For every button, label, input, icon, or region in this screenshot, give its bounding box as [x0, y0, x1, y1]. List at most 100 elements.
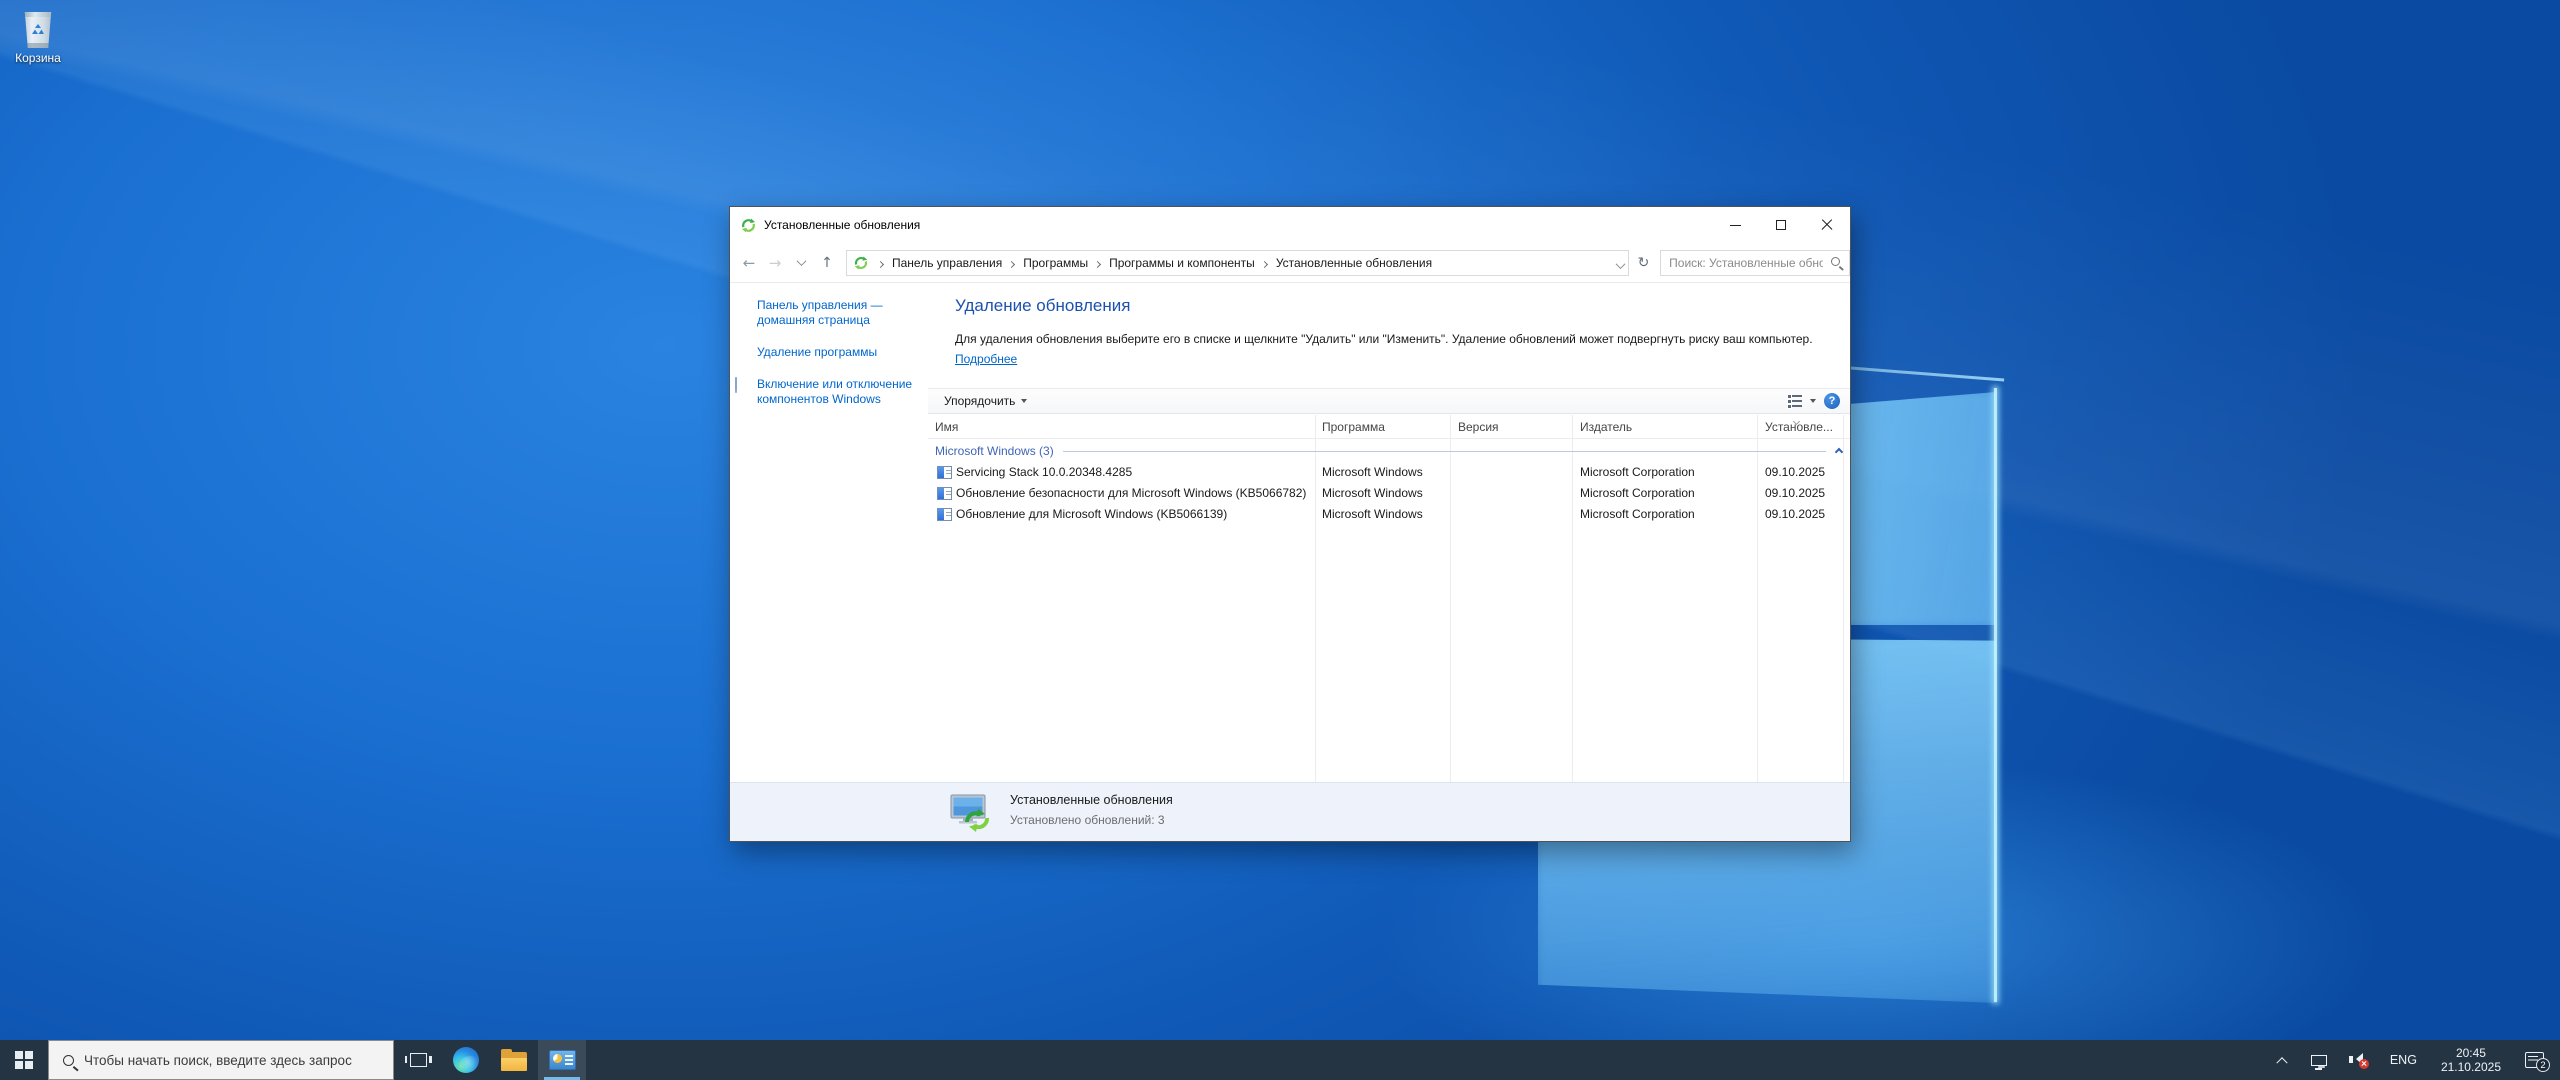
cell-publisher: Microsoft Corporation — [1580, 507, 1695, 521]
more-info-link[interactable]: Подробнее — [955, 352, 1017, 366]
table-row[interactable]: Обновление для Microsoft Windows (KB5066… — [928, 504, 1850, 525]
column-header-program[interactable]: Программа — [1322, 420, 1385, 434]
window-title: Установленные обновления — [764, 218, 921, 232]
address-dropdown-button[interactable] — [1615, 256, 1626, 274]
cell-installed-on: 09.10.2025 — [1765, 507, 1826, 521]
control-panel-taskbar-button[interactable] — [538, 1040, 586, 1080]
chevron-right-icon — [876, 260, 885, 268]
mute-badge-icon — [2358, 1059, 2369, 1069]
taskbar-search-input[interactable] — [74, 1052, 393, 1068]
refresh-button[interactable]: ↻ — [1631, 250, 1656, 276]
up-button[interactable]: ↑ — [816, 252, 838, 274]
organize-label: Упорядочить — [944, 394, 1016, 408]
file-explorer-icon — [501, 1049, 527, 1071]
start-button[interactable] — [0, 1040, 48, 1080]
system-tray: ENG 20:45 21.10.2025 2 — [2268, 1040, 2560, 1080]
cell-installed-on: 09.10.2025 — [1765, 465, 1826, 479]
window-titlebar[interactable]: Установленные обновления — [730, 207, 1850, 243]
updates-list: Имя Программа Версия Издатель Установле.… — [928, 415, 1850, 782]
cell-name: Servicing Stack 10.0.20348.4285 — [956, 465, 1133, 479]
sidebar-item-label: Включение или отключение компонентов Win… — [757, 377, 913, 406]
update-item-icon — [937, 508, 952, 521]
breadcrumb: Панель управления Программы Программы и … — [875, 254, 1436, 272]
table-row[interactable]: Servicing Stack 10.0.20348.4285 Microsof… — [928, 462, 1850, 483]
uac-shield-icon — [735, 377, 751, 394]
address-band: ← → ↑ Панель управления Программы Програ… — [730, 243, 1850, 283]
view-dropdown-icon[interactable] — [1810, 399, 1816, 403]
breadcrumb-control-panel[interactable]: Панель управления — [888, 254, 1006, 272]
sidebar-item-windows-features[interactable]: Включение или отключение компонентов Win… — [735, 377, 917, 407]
breadcrumb-programs-features[interactable]: Программы и компоненты — [1105, 254, 1259, 272]
language-indicator[interactable]: ENG — [2390, 1053, 2417, 1067]
search-icon — [63, 1054, 74, 1066]
sidebar-item-control-panel-home[interactable]: Панель управления — домашняя страница — [757, 298, 907, 328]
wallpaper-logo-edge — [1994, 388, 1997, 1002]
breadcrumb-programs[interactable]: Программы — [1019, 254, 1092, 272]
close-icon — [1821, 219, 1833, 231]
task-view-button[interactable] — [394, 1040, 442, 1080]
edge-icon — [453, 1047, 479, 1073]
back-button[interactable]: ← — [738, 252, 760, 274]
breadcrumb-installed-updates[interactable]: Установленные обновления — [1272, 254, 1436, 272]
tasks-sidebar: Панель управления — домашняя страница Уд… — [730, 284, 928, 782]
task-view-icon — [404, 1053, 432, 1067]
chevron-right-icon — [1260, 260, 1268, 268]
cell-publisher: Microsoft Corporation — [1580, 486, 1695, 500]
minimize-button[interactable] — [1712, 207, 1758, 243]
clock[interactable]: 20:45 21.10.2025 — [2441, 1046, 2501, 1074]
cell-name: Обновление для Microsoft Windows (KB5066… — [956, 507, 1228, 521]
window-content: Панель управления — домашняя страница Уд… — [730, 284, 1850, 782]
chevron-down-icon — [1615, 258, 1626, 269]
search-input[interactable] — [1661, 250, 1849, 275]
group-header[interactable]: Microsoft Windows (3) — [928, 440, 1850, 462]
details-title: Установленные обновления — [1010, 793, 1173, 807]
hidden-icons-chevron[interactable] — [2276, 1057, 2288, 1069]
taskbar: ENG 20:45 21.10.2025 2 — [0, 1040, 2560, 1080]
recycle-bin-label: Корзина — [15, 51, 61, 65]
file-explorer-taskbar-button[interactable] — [490, 1040, 538, 1080]
details-pane: Установленные обновления Установлено обн… — [730, 782, 1850, 841]
group-label[interactable]: Microsoft Windows (3) — [935, 444, 1054, 458]
installed-updates-window: Установленные обновления ← → ↑ Панель уп… — [729, 206, 1851, 842]
organize-button[interactable]: Упорядочить — [944, 394, 1028, 408]
network-icon[interactable] — [2310, 1054, 2327, 1070]
page-description: Для удаления обновления выберите его в с… — [955, 332, 1813, 346]
chevron-right-icon — [1094, 260, 1102, 268]
search-icon — [1831, 256, 1840, 266]
main-pane: Удаление обновления Для удаления обновле… — [928, 284, 1850, 782]
recycle-bin-shortcut[interactable]: Корзина — [2, 12, 74, 65]
column-header-name[interactable]: Имя — [935, 420, 958, 434]
search-box[interactable] — [1660, 249, 1850, 276]
group-divider — [1062, 450, 1826, 452]
cell-name: Обновление безопасности для Microsoft Wi… — [956, 486, 1306, 500]
edge-taskbar-button[interactable] — [442, 1040, 490, 1080]
update-item-icon — [937, 487, 952, 500]
clock-date: 21.10.2025 — [2440, 1060, 2501, 1074]
windows-update-large-icon — [950, 794, 989, 832]
recycle-arrows-icon — [32, 24, 44, 34]
cell-publisher: Microsoft Corporation — [1580, 465, 1695, 479]
column-header-publisher[interactable]: Издатель — [1580, 420, 1632, 434]
collapse-group-icon[interactable] — [1834, 442, 1844, 460]
change-view-icon[interactable] — [1787, 393, 1802, 409]
recycle-bin-icon — [24, 12, 52, 48]
control-panel-icon — [548, 1050, 576, 1070]
volume-muted-icon[interactable] — [2348, 1053, 2369, 1069]
forward-button[interactable]: → — [764, 252, 786, 274]
column-header-version[interactable]: Версия — [1458, 420, 1499, 434]
maximize-button[interactable] — [1758, 207, 1804, 243]
command-bar-right: ? — [1787, 393, 1840, 409]
help-icon[interactable]: ? — [1824, 393, 1840, 409]
sort-indicator-icon — [1792, 413, 1801, 427]
action-center-icon[interactable]: 2 — [2525, 1052, 2550, 1072]
cell-program: Microsoft Windows — [1322, 486, 1423, 500]
table-row[interactable]: Обновление безопасности для Microsoft Wi… — [928, 483, 1850, 504]
recent-pages-button[interactable] — [790, 252, 812, 274]
taskbar-search-box[interactable] — [48, 1040, 394, 1080]
close-button[interactable] — [1804, 207, 1850, 243]
address-bar[interactable]: Панель управления Программы Программы и … — [846, 249, 1629, 276]
cell-program: Microsoft Windows — [1322, 465, 1423, 479]
notification-badge: 2 — [2536, 1058, 2550, 1072]
chevron-down-icon — [796, 256, 806, 267]
sidebar-item-uninstall-program[interactable]: Удаление программы — [757, 345, 928, 360]
